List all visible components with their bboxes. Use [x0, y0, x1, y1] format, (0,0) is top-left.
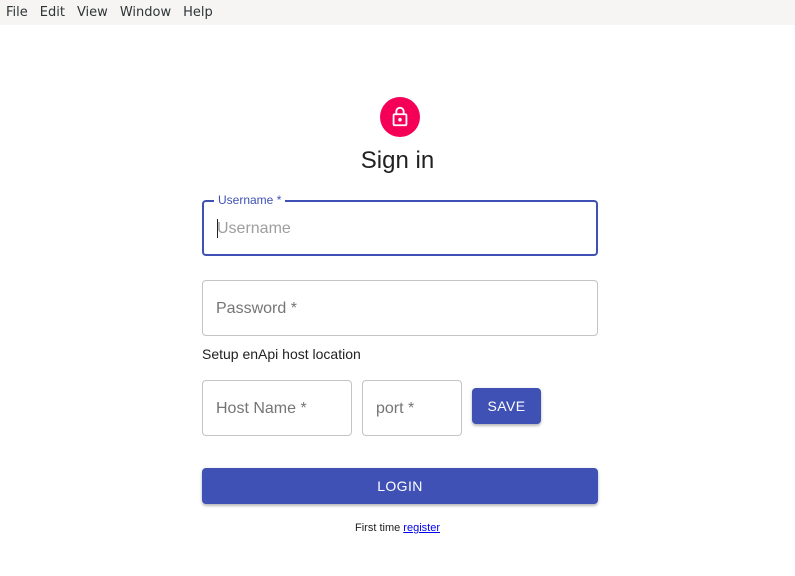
port-label: port * [376, 400, 415, 417]
lock-icon [392, 106, 408, 127]
menu-file[interactable]: File [0, 0, 34, 25]
register-link[interactable]: register [403, 522, 440, 534]
menu-window[interactable]: Window [114, 0, 177, 25]
menu-edit[interactable]: Edit [34, 0, 71, 25]
port-field[interactable]: port * [362, 380, 462, 436]
save-button[interactable]: SAVE [472, 388, 541, 424]
page-title: Sign in [360, 147, 435, 174]
password-label: Password * [216, 300, 297, 317]
menu-bar: File Edit View Window Help [0, 0, 795, 25]
register-prefix: First time [355, 522, 401, 534]
menu-view[interactable]: View [71, 0, 114, 25]
username-label: Username * [214, 193, 286, 207]
menu-help[interactable]: Help [177, 0, 219, 25]
host-name-label: Host Name * [216, 400, 307, 417]
avatar [380, 97, 420, 137]
register-prompt: First time register [0, 521, 795, 535]
username-placeholder: Username [217, 220, 291, 237]
login-button[interactable]: LOGIN [202, 468, 598, 504]
username-field[interactable]: Username * Username [202, 193, 598, 256]
text-caret [217, 219, 218, 238]
host-name-field[interactable]: Host Name * [202, 380, 352, 436]
password-field[interactable]: Password * [202, 280, 598, 336]
setup-host-text: Setup enApi host location [202, 346, 361, 362]
